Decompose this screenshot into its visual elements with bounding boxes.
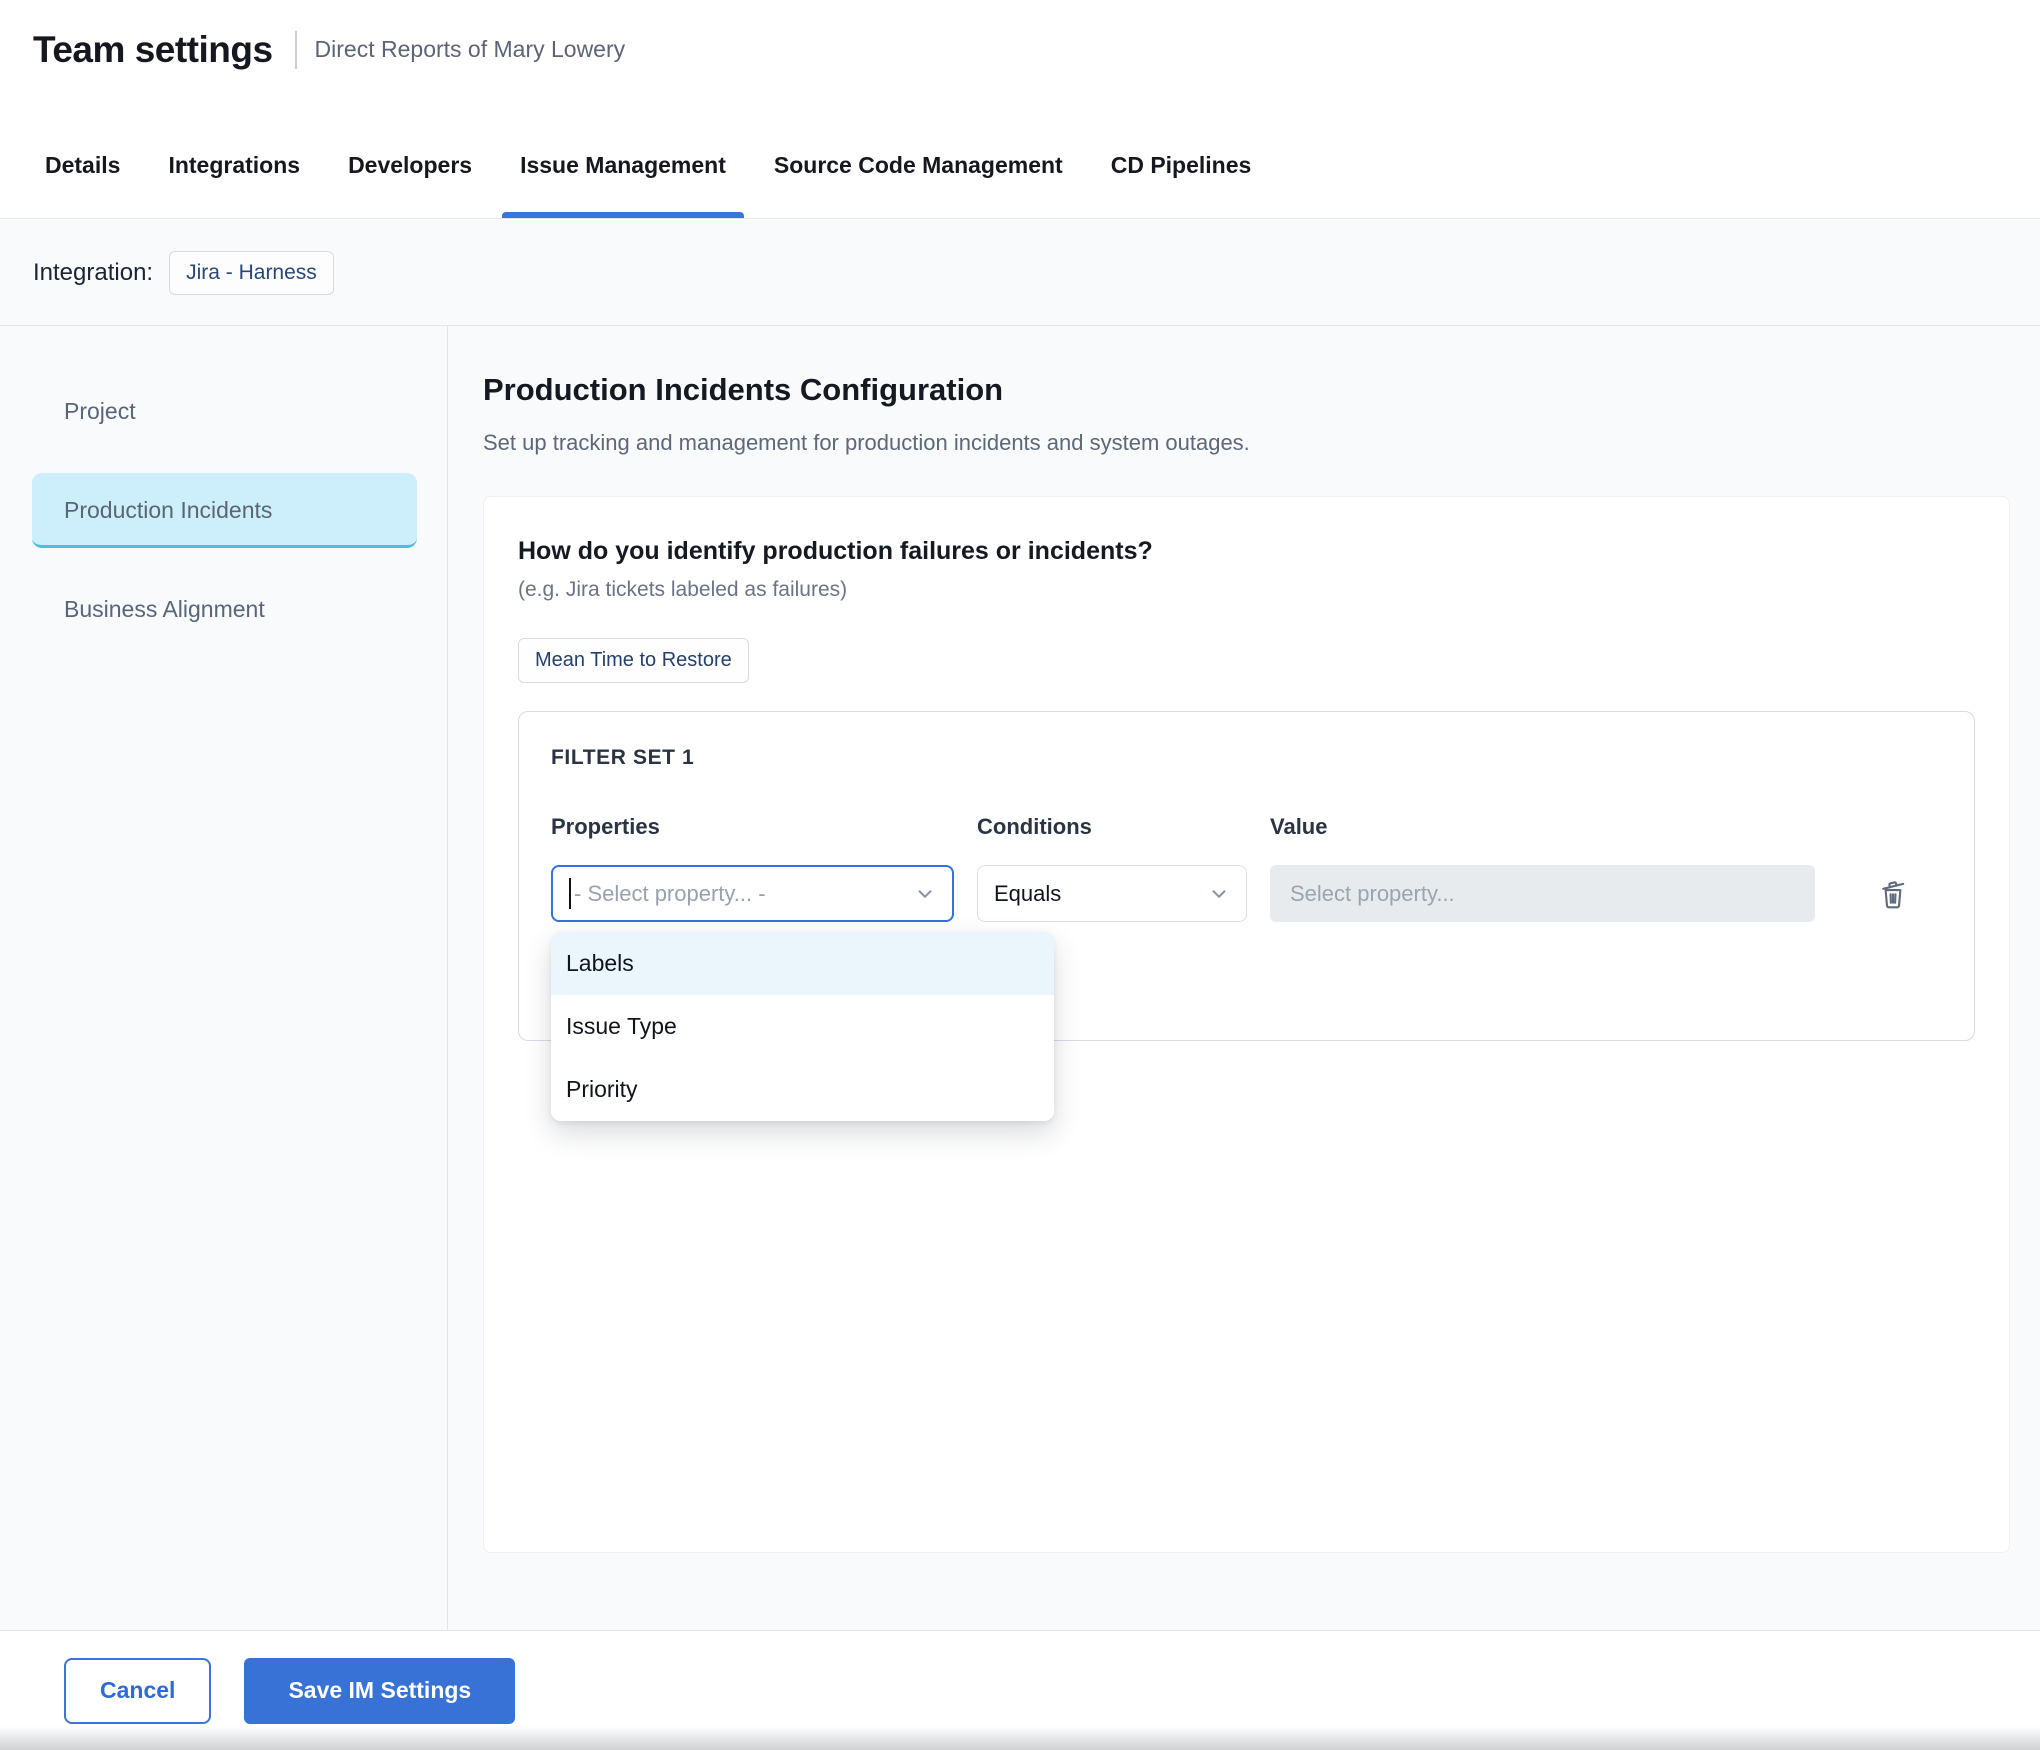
conditions-column-label: Conditions bbox=[977, 814, 1247, 840]
value-input[interactable] bbox=[1270, 865, 1815, 922]
main-panel: Production Incidents Configuration Set u… bbox=[448, 326, 2040, 1630]
delete-filter-button[interactable] bbox=[1874, 865, 1912, 922]
save-im-settings-button[interactable]: Save IM Settings bbox=[244, 1658, 515, 1724]
bottom-fade bbox=[0, 1726, 2040, 1750]
integration-label: Integration: bbox=[33, 259, 153, 287]
question-heading: How do you identify production failures … bbox=[518, 537, 1975, 566]
question-hint: (e.g. Jira tickets labeled as failures) bbox=[518, 578, 1975, 602]
property-select-placeholder: - Select property... - bbox=[574, 881, 766, 907]
tab-cd-pipelines[interactable]: CD Pipelines bbox=[1111, 113, 1252, 218]
tab-issue-management[interactable]: Issue Management bbox=[520, 113, 726, 218]
properties-column-label: Properties bbox=[551, 814, 954, 840]
sidebar-item-production-incidents[interactable]: Production Incidents bbox=[32, 473, 417, 548]
conditions-column: Conditions Equals bbox=[977, 814, 1247, 922]
incidents-config-card: How do you identify production failures … bbox=[483, 496, 2010, 1553]
sidebar-item-project[interactable]: Project bbox=[32, 374, 417, 449]
chevron-down-icon bbox=[1208, 883, 1230, 905]
value-column: Value bbox=[1270, 814, 1815, 922]
condition-select-value: Equals bbox=[994, 881, 1061, 907]
trash-icon bbox=[1876, 877, 1910, 911]
filter-row: Properties - Select property... - bbox=[551, 814, 1942, 922]
page: Team settings Direct Reports of Mary Low… bbox=[0, 0, 2040, 1750]
integration-chip[interactable]: Jira - Harness bbox=[169, 251, 334, 295]
filter-set-card: FILTER SET 1 Properties - Select propert… bbox=[518, 711, 1975, 1041]
dropdown-option-labels[interactable]: Labels bbox=[551, 932, 1054, 995]
tab-bar: Details Integrations Developers Issue Ma… bbox=[0, 99, 2040, 219]
dropdown-option-issue-type[interactable]: Issue Type bbox=[551, 995, 1054, 1058]
dropdown-option-priority[interactable]: Priority bbox=[551, 1058, 1054, 1121]
sidebar-item-business-alignment[interactable]: Business Alignment bbox=[32, 572, 417, 647]
integration-row: Integration: Jira - Harness bbox=[0, 220, 2040, 326]
property-select[interactable]: - Select property... - bbox=[551, 865, 954, 922]
cancel-button[interactable]: Cancel bbox=[64, 1658, 211, 1724]
title-separator bbox=[295, 31, 297, 69]
property-dropdown: Labels Issue Type Priority bbox=[551, 932, 1054, 1121]
value-column-label: Value bbox=[1270, 814, 1815, 840]
page-title: Team settings bbox=[33, 29, 273, 71]
footer-bar: Cancel Save IM Settings bbox=[0, 1630, 2040, 1750]
content-area: Project Production Incidents Business Al… bbox=[0, 326, 2040, 1630]
filter-set-title: FILTER SET 1 bbox=[551, 746, 1942, 770]
tab-developers[interactable]: Developers bbox=[348, 113, 472, 218]
condition-select[interactable]: Equals bbox=[977, 865, 1247, 922]
section-title: Production Incidents Configuration bbox=[483, 372, 2010, 408]
tab-details[interactable]: Details bbox=[45, 113, 120, 218]
app-header: Team settings Direct Reports of Mary Low… bbox=[0, 0, 2040, 99]
properties-column: Properties - Select property... - bbox=[551, 814, 954, 922]
sidebar: Project Production Incidents Business Al… bbox=[0, 326, 448, 1630]
tab-source-code-management[interactable]: Source Code Management bbox=[774, 113, 1063, 218]
section-subtitle: Set up tracking and management for produ… bbox=[483, 430, 2010, 456]
page-subtitle: Direct Reports of Mary Lowery bbox=[315, 36, 626, 63]
text-caret bbox=[569, 878, 571, 909]
metric-chip-mean-time-to-restore[interactable]: Mean Time to Restore bbox=[518, 638, 749, 683]
tab-integrations[interactable]: Integrations bbox=[168, 113, 300, 218]
chevron-down-icon bbox=[914, 883, 936, 905]
